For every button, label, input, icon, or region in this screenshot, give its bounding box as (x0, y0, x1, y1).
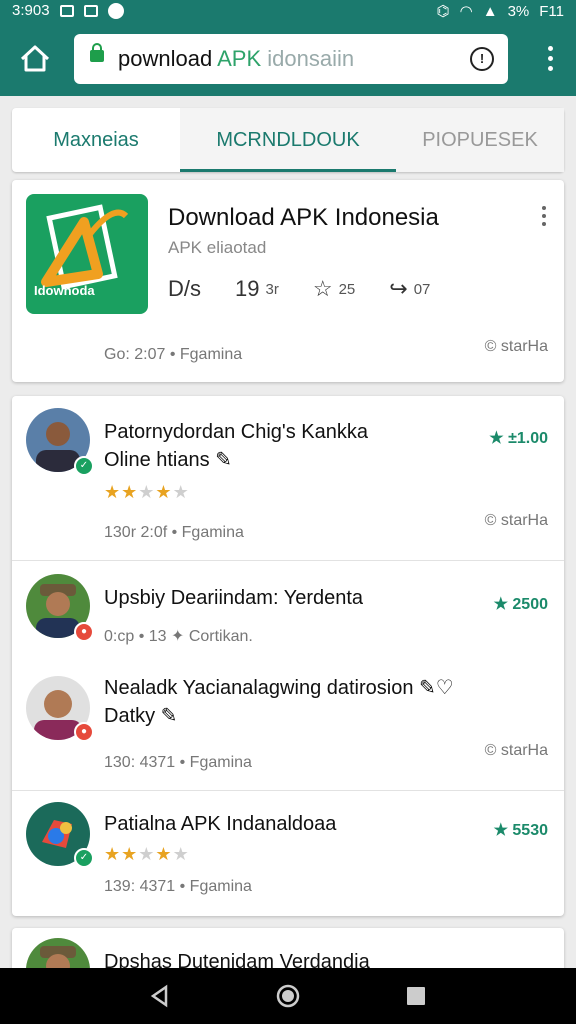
battery-text: 3% (507, 2, 530, 20)
wifi-icon: ◠ (459, 3, 473, 20)
app-icon: Idownoda (26, 194, 148, 314)
app-notification-icon (107, 2, 124, 19)
status-bar: 3:903 ⌬ ◠ ▲ 3% F11 (0, 0, 576, 22)
system-nav-bar (0, 968, 576, 1024)
browser-toolbar: pownload APK idonsaiin ! (0, 22, 576, 96)
tab-2-active[interactable]: MCRNDLDOUK (180, 108, 396, 172)
app-subtitle: APK eliaotad (168, 238, 267, 257)
overflow-menu-icon[interactable] (548, 46, 554, 76)
share-label[interactable]: © starHa (485, 742, 548, 760)
tab-bar: Maxneias MCRNDLDOUK PIOPUESEK (12, 108, 564, 172)
list-item[interactable]: ✓ Patornydordan Chig's Kankka Oline htia… (12, 396, 564, 561)
stat-downloads: D/s (168, 276, 201, 301)
status-badge: ● (74, 622, 94, 642)
app-time-meta: Go: 2:07 • Fgamina (104, 346, 243, 363)
vibrate-icon: ⌬ (436, 3, 450, 20)
comment-extra-meta: 0:cp • 13 ✦ Cortikan. (104, 628, 253, 645)
share-arrow-icon: ↪ (389, 276, 408, 301)
comment-meta: 139: 4371 • Fgamina (104, 878, 252, 895)
star-outline-icon: ☆ (312, 276, 333, 301)
stat-share[interactable]: ↪ 07 (389, 276, 430, 302)
tab-3[interactable]: PIOPUESEK (396, 108, 564, 172)
address-bar[interactable]: pownload APK idonsaiin ! (74, 34, 508, 84)
list-item[interactable]: ● Upsbiy Deariindam: Yerdenta ★ 2500 0:c… (12, 560, 564, 791)
list-item[interactable]: ✓ Patialna APK Indanaldoaa ★ 5530 ★★★★★ … (12, 790, 564, 916)
stat-rating[interactable]: ☆ 25 (313, 276, 355, 302)
lock-icon (90, 43, 104, 62)
back-icon[interactable] (148, 984, 172, 1008)
image-icon (83, 4, 98, 17)
comment-score: ★ 5530 (493, 822, 548, 839)
app-card[interactable]: Idownoda Download APK Indonesia APK elia… (12, 180, 564, 382)
comment-title: Nealadk Yacianalagwing datirosion ✎♡ (104, 677, 454, 699)
app-stats: D/s 19 3r ☆ 25 ↪ 07 (168, 276, 430, 302)
verified-badge: ✓ (74, 456, 94, 476)
tab-1[interactable]: Maxneias (12, 108, 180, 172)
clock: 3:903 (12, 2, 50, 19)
status-badge: ● (74, 722, 94, 742)
info-icon[interactable]: ! (470, 47, 494, 71)
comment-meta: 130r 2:0f • Fgamina (104, 524, 244, 541)
comment-title: Patialna APK Indanaldoaa (104, 813, 337, 835)
app-more-icon[interactable] (542, 206, 548, 230)
verified-badge: ✓ (74, 848, 94, 868)
signal-icon: ▲ (482, 2, 498, 20)
stat-size: 19 3r (235, 276, 279, 301)
comment-line2: Datky ✎ (104, 705, 178, 727)
star-rating: ★★★★★ (104, 844, 190, 864)
recents-icon[interactable] (404, 984, 428, 1008)
app-title: Download APK Indonesia (168, 204, 439, 231)
comment-score: ★ ±1.00 (489, 430, 548, 447)
comment-score: ★ 2500 (493, 596, 548, 613)
home-nav-icon[interactable] (276, 984, 300, 1008)
share-label[interactable]: © starHa (485, 512, 548, 530)
app-share-label[interactable]: © starHa (485, 338, 548, 356)
url-text[interactable]: pownload APK idonsaiin (118, 46, 354, 72)
comment-title: Patornydordan Chig's Kankka (104, 421, 368, 443)
home-icon[interactable] (18, 42, 52, 76)
star-rating: ★★★★★ (104, 482, 190, 502)
network-text: F11 (539, 2, 564, 20)
comments-card: ✓ Patornydordan Chig's Kankka Oline htia… (12, 396, 564, 916)
comment-line2: Oline htians ✎ (104, 449, 232, 471)
comment-meta: 130: 4371 • Fgamina (104, 754, 252, 771)
comment-title: Upsbiy Deariindam: Yerdenta (104, 587, 364, 609)
notification-icon (59, 4, 74, 17)
